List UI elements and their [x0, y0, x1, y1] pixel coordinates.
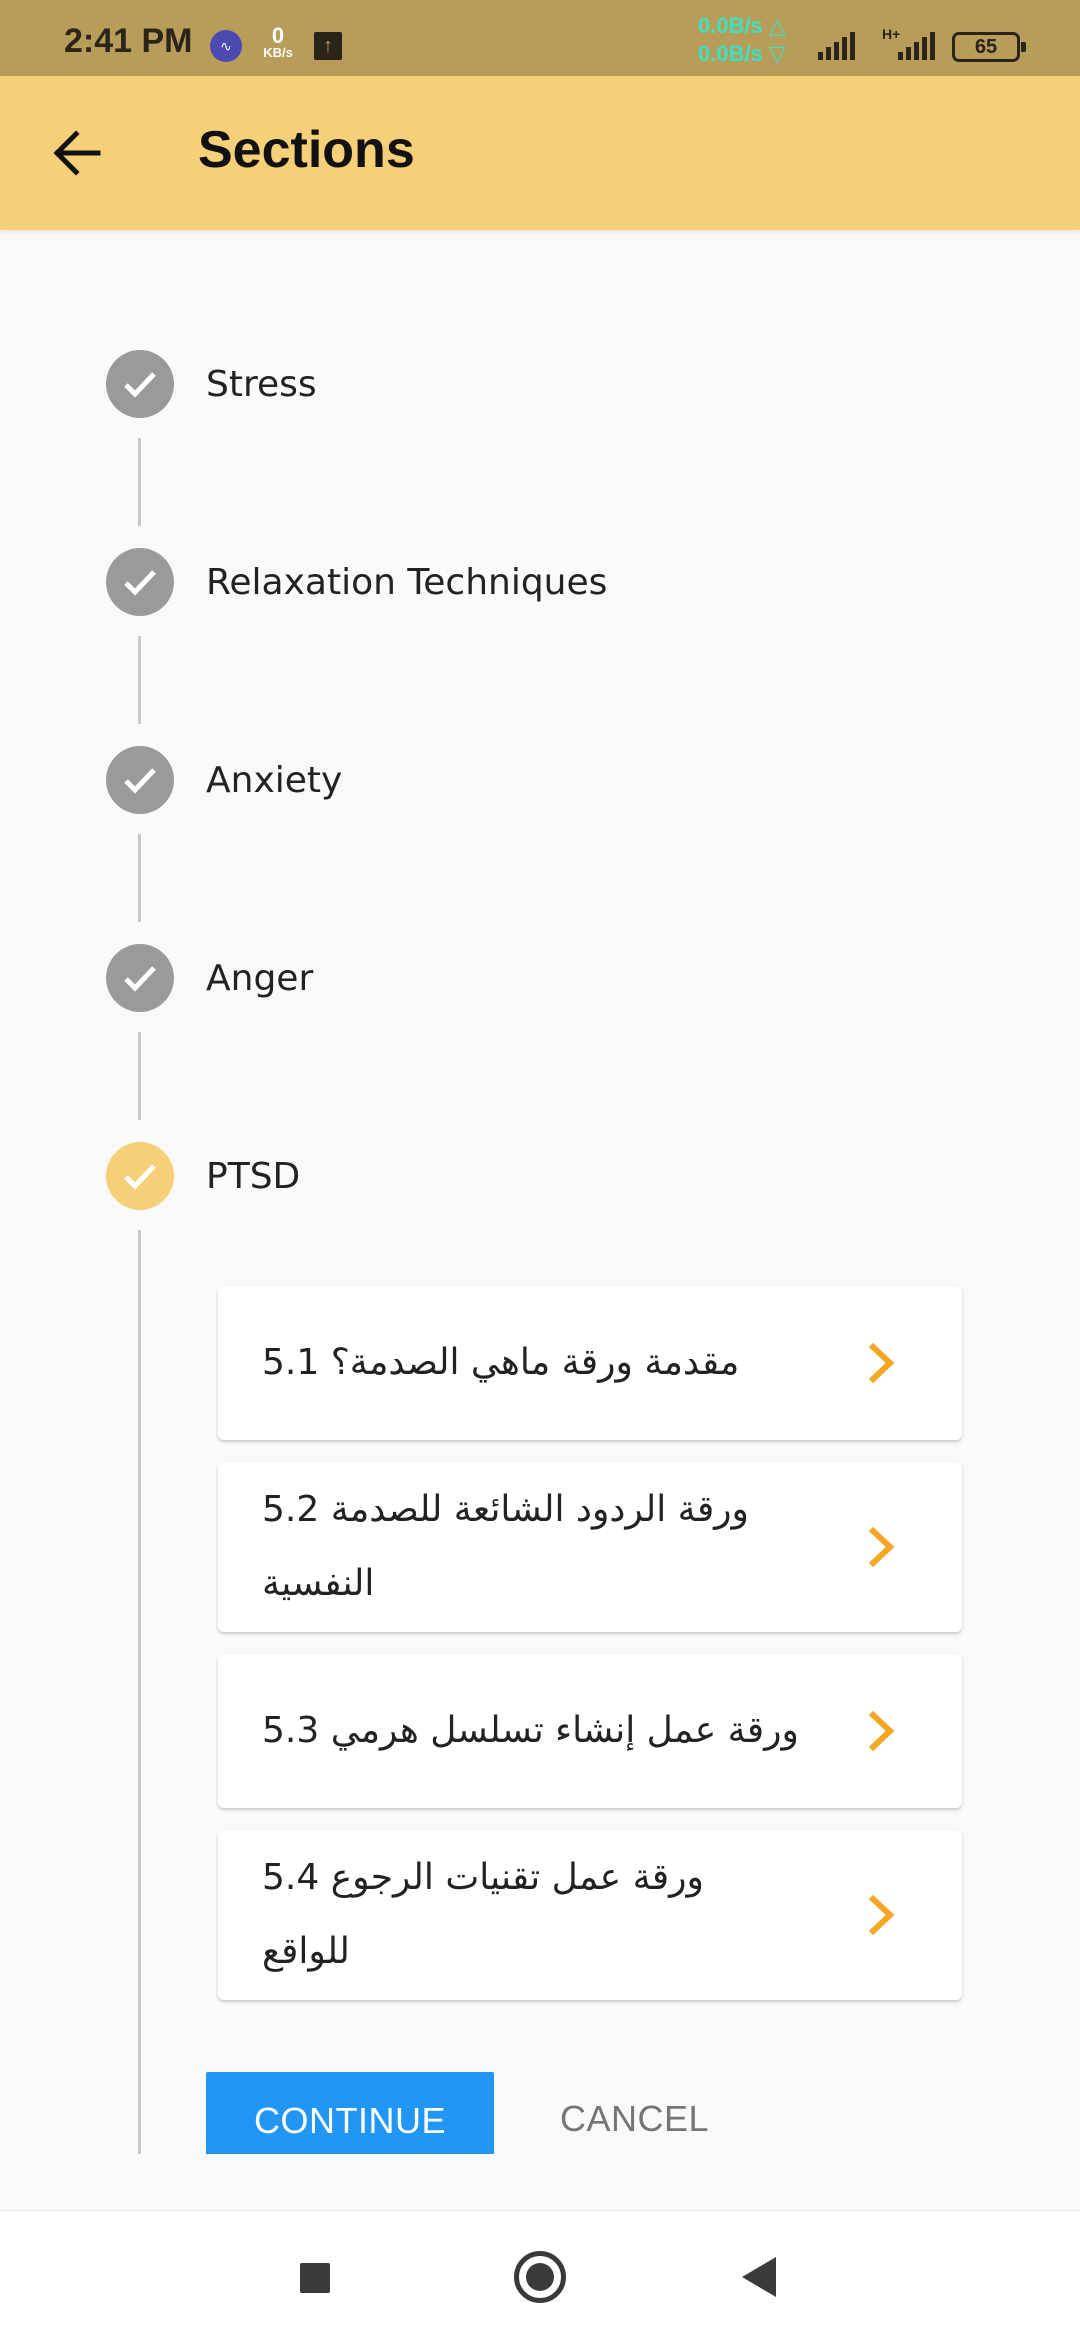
system-nav-bar	[0, 2210, 1080, 2340]
status-time: 2:41 PM	[64, 22, 193, 60]
app-bar: Sections	[0, 76, 1080, 230]
chevron-right-icon	[868, 1526, 895, 1568]
upload-notification-icon: ↑	[314, 32, 342, 60]
page-title: Sections	[198, 121, 415, 179]
step-label: PTSD	[206, 1156, 301, 1197]
step-label: Anger	[206, 958, 314, 999]
back-button[interactable]	[42, 118, 112, 188]
step-complete-indicator	[106, 944, 174, 1012]
step-label: Anxiety	[206, 760, 343, 801]
step-connector	[138, 438, 141, 526]
section-card-5-2[interactable]: 5.2 ورقة الردود الشائعة للصدمة النفسية	[218, 1462, 962, 1632]
check-icon	[124, 372, 156, 398]
step-active-indicator	[106, 1142, 174, 1210]
card-title: 5.3 ورقة عمل إنشاء تسلسل هرمي	[262, 1710, 799, 1751]
card-title: 5.4 ورقة عمل تقنيات الرجوع للواقع	[262, 1857, 704, 1972]
step-complete-indicator	[106, 746, 174, 814]
continue-button[interactable]: CONTINUE	[206, 2072, 494, 2154]
cancel-button[interactable]: CANCEL	[560, 2098, 709, 2140]
battery-icon: 65	[952, 32, 1026, 62]
check-icon	[124, 570, 156, 596]
app-notification-icon: ∿	[210, 30, 242, 62]
step-complete-indicator	[106, 350, 174, 418]
step-label: Relaxation Techniques	[206, 562, 608, 603]
step-connector	[138, 1032, 141, 1120]
check-icon	[124, 768, 156, 794]
section-card-5-3[interactable]: 5.3 ورقة عمل إنشاء تسلسل هرمي	[218, 1654, 962, 1808]
recents-icon[interactable]	[300, 2263, 330, 2293]
network-speed: 0 KB/s	[263, 23, 293, 60]
chevron-right-icon	[868, 1342, 895, 1384]
arrow-left-icon	[53, 130, 101, 176]
back-triangle-icon[interactable]	[742, 2257, 776, 2297]
home-icon[interactable]	[514, 2251, 566, 2303]
section-card-5-1[interactable]: 5.1 مقدمة ورقة ماهي الصدمة؟	[218, 1286, 962, 1440]
section-card-5-4[interactable]: 5.4 ورقة عمل تقنيات الرجوع للواقع	[218, 1830, 962, 2000]
signal-icon	[818, 32, 858, 62]
check-icon	[124, 966, 156, 992]
chevron-right-icon	[868, 1894, 895, 1936]
data-rates: 0.0B/s △ 0.0B/s ▽	[698, 13, 786, 66]
status-bar: 2:41 PM ∿ 0 KB/s ↑ 0.0B/s △ 0.0B/s ▽ H+ …	[0, 0, 1080, 76]
step-connector	[138, 636, 141, 724]
card-title: 5.1 مقدمة ورقة ماهي الصدمة؟	[262, 1342, 740, 1383]
step-complete-indicator	[106, 548, 174, 616]
card-title: 5.2 ورقة الردود الشائعة للصدمة النفسية	[262, 1489, 749, 1604]
check-icon	[124, 1164, 156, 1190]
step-connector	[138, 834, 141, 922]
step-connector	[138, 1230, 141, 2154]
signal-icon-2	[898, 32, 938, 62]
chevron-right-icon	[868, 1710, 895, 1752]
step-label: Stress	[206, 364, 317, 405]
